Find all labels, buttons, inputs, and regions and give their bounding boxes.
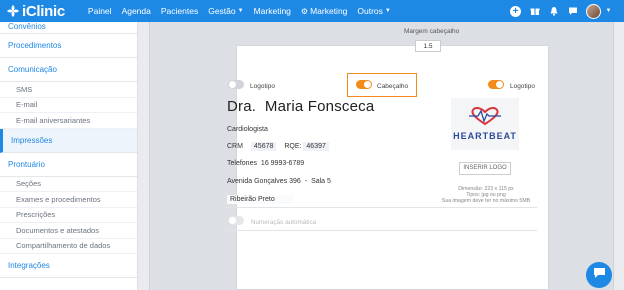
- crm-row: CRM 45678 RQE: 46397: [227, 142, 329, 151]
- phone-value[interactable]: 16 9993-6789: [261, 160, 304, 167]
- doctor-prefix: Dra.: [227, 98, 257, 115]
- city-value: Ribeirão Preto: [227, 195, 293, 204]
- sidebar-item-prontuario[interactable]: Prontuário: [0, 153, 137, 177]
- gift-icon[interactable]: [529, 6, 540, 17]
- rqe-value[interactable]: 46397: [303, 142, 329, 151]
- chevron-down-icon: ▼: [384, 8, 391, 14]
- logo-right-label: Logotipo: [510, 83, 535, 90]
- chevron-down-icon[interactable]: ▼: [603, 6, 614, 17]
- support-chat-button[interactable]: [586, 262, 612, 288]
- top-navbar: iClinic Painel Agenda Pacientes Gestão ▼ …: [0, 0, 624, 22]
- city-row[interactable]: Ribeirão Preto: [227, 195, 293, 204]
- doctor-fullname: Maria Fonsceca: [264, 98, 375, 115]
- sidebar-item-integracoes[interactable]: Integrações: [0, 254, 137, 278]
- sidebar-item-convenios[interactable]: Convênios: [0, 22, 137, 34]
- header-divider: [225, 207, 537, 208]
- header-toggle[interactable]: [356, 80, 372, 89]
- nav-outros-label: Outros: [357, 6, 383, 16]
- clinic-logo-text: HEARTBEAT: [453, 131, 517, 141]
- nav-painel[interactable]: Painel: [83, 6, 117, 16]
- gear-icon: ⚙: [300, 6, 309, 16]
- nav-marketing-pro[interactable]: ⚙ Marketing: [296, 6, 353, 16]
- sidebar-subitem-email[interactable]: E-mail: [0, 98, 137, 113]
- settings-sidebar: Convênios Procedimentos Comunicação SMS …: [0, 22, 138, 290]
- nav-outros[interactable]: Outros ▼: [352, 6, 395, 16]
- doctor-specialty[interactable]: Cardiologista: [227, 126, 268, 133]
- insert-logo-button[interactable]: INSERIR LOGO: [459, 162, 511, 175]
- main-nav: Painel Agenda Pacientes Gestão ▼ Marketin…: [83, 6, 396, 16]
- bell-icon[interactable]: [548, 6, 559, 17]
- crm-label: CRM: [227, 143, 243, 150]
- nav-pacientes[interactable]: Pacientes: [156, 6, 203, 16]
- chat-icon[interactable]: [567, 6, 578, 17]
- nav-marketing[interactable]: Marketing: [249, 6, 296, 16]
- header-toggle-label: Cabeçalho: [377, 83, 409, 90]
- header-margin-label: Margem cabeçalho: [404, 28, 460, 35]
- phone-row: Telefones 16 9993-6789: [227, 160, 304, 167]
- header-margin-input[interactable]: 1.5: [415, 40, 441, 52]
- heartbeat-logo-icon: [468, 106, 502, 130]
- body-divider: [225, 230, 537, 231]
- phone-label: Telefones: [227, 160, 257, 167]
- rqe-label: RQE:: [284, 143, 302, 150]
- sidebar-item-impressoes[interactable]: Impressões: [0, 128, 137, 153]
- sidebar-item-comunicacao[interactable]: Comunicação: [0, 58, 137, 82]
- auto-numbering-toggle[interactable]: [228, 216, 244, 225]
- main-content: [139, 22, 624, 290]
- doctor-name[interactable]: Dra. Maria Fonsceca: [227, 98, 374, 115]
- print-preview-panel: [149, 22, 614, 290]
- sidebar-subitem-prescricoes[interactable]: Prescrições: [0, 208, 137, 223]
- iclinic-logo-icon: [6, 4, 20, 18]
- logo-left-label: Logotipo: [250, 83, 275, 90]
- logo-right-toggle[interactable]: [488, 80, 504, 89]
- address-separator: -: [304, 178, 308, 185]
- logo-left-toggle[interactable]: [228, 80, 244, 89]
- sidebar-subitem-documentos[interactable]: Documentos e atestados: [0, 223, 137, 239]
- address-row: Avenida Gonçalves 396 - Sala 5: [227, 178, 331, 185]
- sidebar-subitem-secoes[interactable]: Seções: [0, 177, 137, 192]
- nav-agenda[interactable]: Agenda: [117, 6, 156, 16]
- clinic-logo-preview: HEARTBEAT: [451, 98, 519, 150]
- sidebar-subitem-sms[interactable]: SMS: [0, 82, 137, 98]
- sidebar-subitem-exames[interactable]: Exames e procedimentos: [0, 192, 137, 208]
- nav-marketing-pro-label: Marketing: [310, 6, 348, 16]
- chevron-down-icon: ▼: [237, 8, 244, 14]
- address-suite[interactable]: Sala 5: [311, 178, 331, 185]
- app-name: iClinic: [22, 2, 65, 20]
- address-street[interactable]: Avenida Gonçalves 396: [227, 178, 301, 185]
- sidebar-subitem-compartilhamento[interactable]: Compartilhamento de dados: [0, 239, 137, 254]
- sidebar-subitem-email-aniversariantes[interactable]: E-mail aniversariantes: [0, 113, 137, 129]
- add-icon[interactable]: +: [510, 5, 521, 17]
- nav-gestao[interactable]: Gestão ▼: [203, 6, 248, 16]
- app-logo[interactable]: iClinic: [6, 3, 65, 20]
- avatar[interactable]: [586, 3, 601, 19]
- logo-size-note: Sua imagem deve ter no máximo 5MB: [441, 198, 531, 204]
- sidebar-item-procedimentos[interactable]: Procedimentos: [0, 34, 137, 58]
- crm-value[interactable]: 45678: [250, 142, 277, 151]
- auto-numbering-label: Numeração automática: [251, 219, 317, 226]
- chat-bubble-icon: [593, 266, 606, 284]
- top-right-icons: + ▼: [510, 0, 614, 22]
- nav-gestao-label: Gestão: [208, 6, 236, 16]
